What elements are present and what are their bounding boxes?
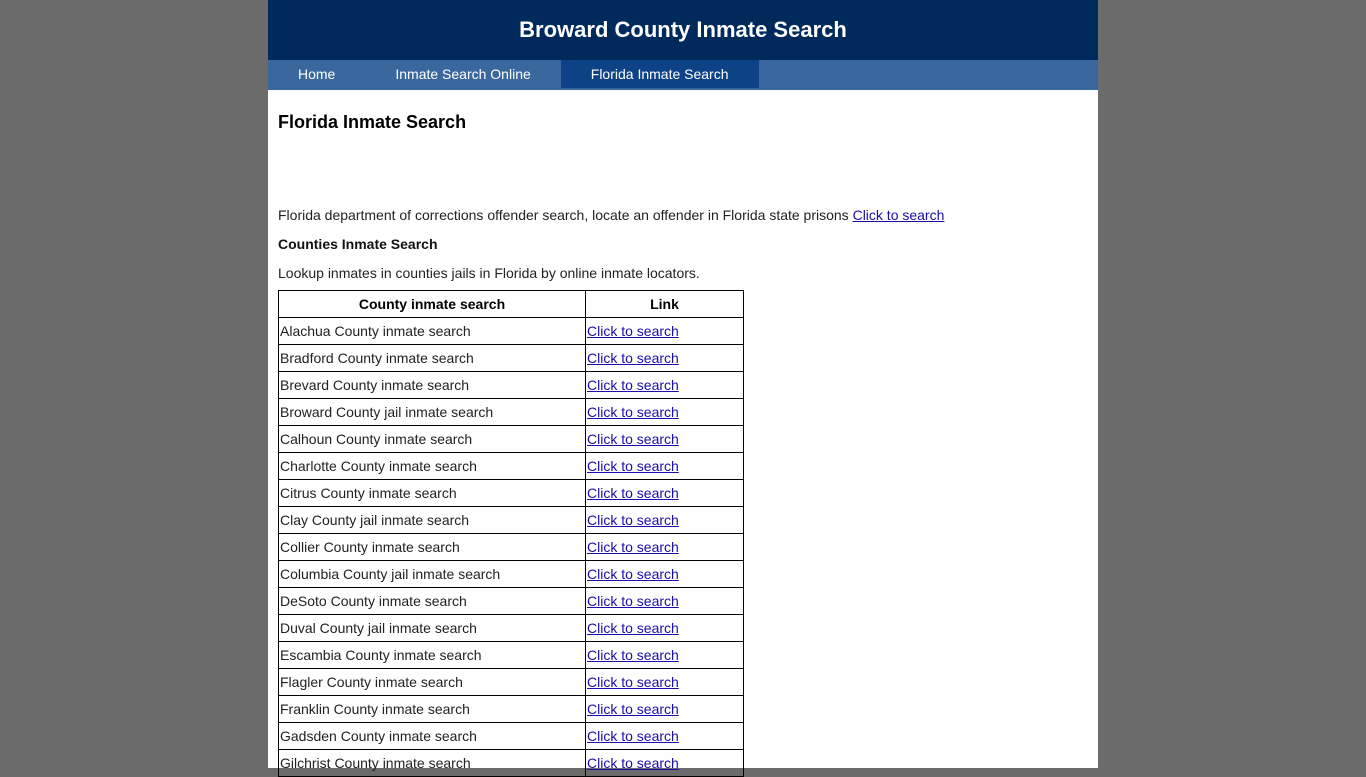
county-link-cell: Click to search	[585, 722, 744, 750]
counties-heading: Counties Inmate Search	[278, 236, 438, 252]
county-name: Escambia County inmate search	[278, 641, 586, 669]
county-link-cell: Click to search	[585, 344, 744, 372]
table-row: Brevard County inmate search Click to sea…	[278, 371, 744, 399]
click-to-search-link[interactable]: Click to search	[587, 512, 679, 528]
county-name: Broward County jail inmate search	[278, 398, 586, 426]
county-name: Franklin County inmate search	[278, 695, 586, 723]
click-to-search-link[interactable]: Click to search	[587, 458, 679, 474]
county-link-cell: Click to search	[585, 479, 744, 507]
table-row: Clay County jail inmate search Click to s…	[278, 506, 744, 534]
table-row: Duval County jail inmate search Click to …	[278, 614, 744, 642]
click-to-search-link[interactable]: Click to search	[587, 350, 679, 366]
county-name: Collier County inmate search	[278, 533, 586, 561]
county-link-cell: Click to search	[585, 506, 744, 534]
column-header-county: County inmate search	[278, 290, 586, 318]
click-to-search-link[interactable]: Click to search	[587, 539, 679, 555]
click-to-search-link[interactable]: Click to search	[587, 431, 679, 447]
page: Broward County Inmate Search Home Inmate…	[268, 0, 1098, 777]
county-name: Flagler County inmate search	[278, 668, 586, 696]
county-name: Charlotte County inmate search	[278, 452, 586, 480]
county-name: Duval County jail inmate search	[278, 614, 586, 642]
table-row: Gadsden County inmate search Click to sea…	[278, 722, 744, 750]
page-title: Florida Inmate Search	[278, 112, 467, 132]
table-row: Columbia County jail inmate search Click …	[278, 560, 744, 588]
click-to-search-link[interactable]: Click to search	[587, 593, 679, 609]
county-name: Clay County jail inmate search	[278, 506, 586, 534]
click-to-search-link[interactable]: Click to search	[587, 728, 679, 744]
table-row: Broward County jail inmate search Click t…	[278, 398, 744, 426]
table-header-row: County inmate search Link	[278, 290, 744, 318]
intro-paragraph: Florida department of corrections offend…	[278, 205, 1088, 225]
county-name: Gilchrist County inmate search	[278, 749, 586, 777]
table-row: Flagler County inmate search Click to sea…	[278, 668, 744, 696]
county-link-cell: Click to search	[585, 425, 744, 453]
county-link-cell: Click to search	[585, 587, 744, 615]
click-to-search-link[interactable]: Click to search	[587, 485, 679, 501]
nav-florida-inmate-search[interactable]: Florida Inmate Search	[560, 60, 759, 88]
county-link-cell: Click to search	[585, 533, 744, 561]
county-link-cell: Click to search	[585, 641, 744, 669]
county-name: Citrus County inmate search	[278, 479, 586, 507]
county-link-cell: Click to search	[585, 695, 744, 723]
site-header: Broward County Inmate Search	[268, 0, 1098, 60]
county-name: Alachua County inmate search	[278, 317, 586, 345]
florida-doc-search-link[interactable]: Click to search	[853, 207, 945, 223]
click-to-search-link[interactable]: Click to search	[587, 323, 679, 339]
nav-inmate-search-online[interactable]: Inmate Search Online	[365, 60, 560, 90]
county-link-cell: Click to search	[585, 668, 744, 696]
county-link-cell: Click to search	[585, 398, 744, 426]
table-row: Escambia County inmate search Click to se…	[278, 641, 744, 669]
ad-space	[278, 133, 1088, 205]
click-to-search-link[interactable]: Click to search	[587, 647, 679, 663]
site-title: Broward County Inmate Search	[519, 17, 847, 42]
click-to-search-link[interactable]: Click to search	[587, 377, 679, 393]
table-row: Charlotte County inmate search Click to s…	[278, 452, 744, 480]
click-to-search-link[interactable]: Click to search	[587, 674, 679, 690]
county-table: County inmate search Link Alachua County…	[278, 290, 744, 777]
nav-home[interactable]: Home	[268, 60, 365, 90]
county-link-cell: Click to search	[585, 317, 744, 345]
click-to-search-link[interactable]: Click to search	[587, 755, 679, 771]
click-to-search-link[interactable]: Click to search	[587, 404, 679, 420]
county-name: DeSoto County inmate search	[278, 587, 586, 615]
county-link-cell: Click to search	[585, 371, 744, 399]
table-row: Bradford County inmate search Click to se…	[278, 344, 744, 372]
table-row: DeSoto County inmate search Click to sear…	[278, 587, 744, 615]
click-to-search-link[interactable]: Click to search	[587, 620, 679, 636]
table-row: Alachua County inmate search Click to sea…	[278, 317, 744, 345]
county-link-cell: Click to search	[585, 614, 744, 642]
table-row: Calhoun County inmate search Click to sea…	[278, 425, 744, 453]
county-name: Bradford County inmate search	[278, 344, 586, 372]
county-name: Calhoun County inmate search	[278, 425, 586, 453]
lookup-text: Lookup inmates in counties jails in Flor…	[278, 265, 700, 281]
county-name: Gadsden County inmate search	[278, 722, 586, 750]
intro-text: Florida department of corrections offend…	[278, 207, 853, 223]
click-to-search-link[interactable]: Click to search	[587, 701, 679, 717]
main-content: Florida Inmate Search Florida department…	[268, 112, 1098, 777]
county-name: Brevard County inmate search	[278, 371, 586, 399]
county-link-cell: Click to search	[585, 452, 744, 480]
county-name: Columbia County jail inmate search	[278, 560, 586, 588]
column-header-link: Link	[585, 290, 744, 318]
table-row: Franklin County inmate search Click to se…	[278, 695, 744, 723]
nav-bar: Home Inmate Search Online Florida Inmate…	[268, 60, 1098, 90]
table-row: Citrus County inmate search Click to sear…	[278, 479, 744, 507]
click-to-search-link[interactable]: Click to search	[587, 566, 679, 582]
county-link-cell: Click to search	[585, 749, 744, 777]
table-row: Collier County inmate search Click to sea…	[278, 533, 744, 561]
table-row: Gilchrist County inmate search Click to s…	[278, 749, 744, 777]
county-link-cell: Click to search	[585, 560, 744, 588]
